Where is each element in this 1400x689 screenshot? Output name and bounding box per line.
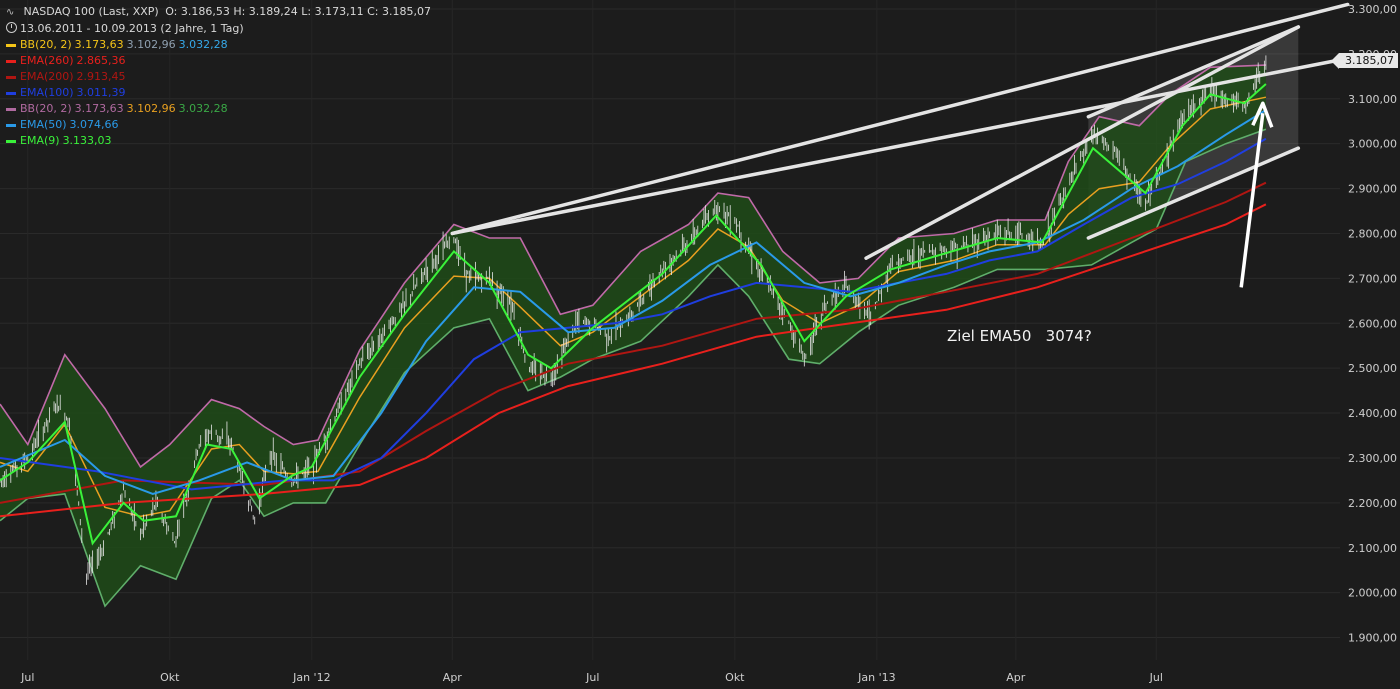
chart-title: NASDAQ 100 (Last, XXP)	[23, 5, 159, 18]
last-price-tag: 3.185,07	[1331, 52, 1398, 69]
legend-label: EMA(50)	[20, 118, 67, 131]
x-tick-label: Apr	[443, 671, 463, 684]
x-tick-label: Okt	[160, 671, 180, 684]
legend-swatch	[6, 59, 16, 63]
y-tick-label: 2.300,00	[1348, 452, 1397, 465]
legend-value: 3.074,66	[69, 118, 119, 131]
legend-row: EMA(50) 3.074,66	[6, 117, 434, 133]
legend-value: 3.032,28	[178, 102, 228, 115]
legend-swatch	[6, 75, 16, 79]
legend-label: EMA(260)	[20, 54, 74, 67]
legend-swatch	[6, 43, 16, 47]
legend-row: EMA(100) 3.011,39	[6, 85, 434, 101]
legend-swatch	[6, 123, 16, 127]
y-tick-label: 2.200,00	[1348, 497, 1397, 510]
x-tick-label: Apr	[1006, 671, 1026, 684]
annotation-text: Ziel EMA50 3074?	[947, 327, 1092, 345]
legend-value: 2.913,45	[76, 70, 126, 83]
y-tick-label: 3.100,00	[1348, 93, 1397, 106]
legend-row: EMA(260) 2.865,36	[6, 53, 434, 69]
x-tick-label: Okt	[725, 671, 745, 684]
chart-legend: ∿ NASDAQ 100 (Last, XXP) O: 3.186,53 H: …	[6, 4, 434, 149]
legend-swatch	[6, 91, 16, 95]
legend-value: 3.102,96	[126, 102, 176, 115]
legend-value: 3.011,39	[76, 86, 126, 99]
y-tick-label: 2.700,00	[1348, 272, 1397, 285]
legend-value: 3.032,28	[178, 38, 228, 51]
legend-label: BB(20, 2)	[20, 102, 72, 115]
y-tick-label: 3.000,00	[1348, 138, 1397, 151]
chart-type-icon: ∿	[6, 7, 15, 18]
legend-value: 3.173,63	[74, 102, 124, 115]
y-tick-label: 2.400,00	[1348, 407, 1397, 420]
chart-title-row: ∿ NASDAQ 100 (Last, XXP) O: 3.186,53 H: …	[6, 4, 434, 21]
ohlc-values: O: 3.186,53 H: 3.189,24 L: 3.173,11 C: 3…	[165, 5, 431, 18]
y-tick-label: 2.100,00	[1348, 542, 1397, 555]
y-tick-label: 2.000,00	[1348, 587, 1397, 600]
legend-label: EMA(200)	[20, 70, 74, 83]
period-label: 13.06.2011 - 10.09.2013 (2 Jahre, 1 Tag)	[20, 22, 244, 35]
y-axis: 1.900,00 2.000,00 2.100,00 2.200,00 2.300,00…	[1348, 3, 1397, 645]
y-tick-label: 2.900,00	[1348, 183, 1397, 196]
legend-label: EMA(9)	[20, 134, 60, 147]
legend-row: EMA(9) 3.133,03	[6, 133, 434, 149]
indicator-legend: BB(20, 2) 3.173,63 3.102,96 3.032,28 EMA(260…	[6, 37, 434, 149]
legend-value: 3.102,96	[126, 38, 176, 51]
period-row: 13.06.2011 - 10.09.2013 (2 Jahre, 1 Tag)	[6, 21, 434, 37]
x-tick-label: Jul	[585, 671, 599, 684]
y-tick-label: 1.900,00	[1348, 632, 1397, 645]
legend-label: BB(20, 2)	[20, 38, 72, 51]
y-tick-label: 2.600,00	[1348, 317, 1397, 330]
legend-value: 2.865,36	[76, 54, 126, 67]
y-tick-label: 3.300,00	[1348, 3, 1397, 16]
clock-icon	[6, 22, 17, 33]
x-tick-label: Jul	[20, 671, 34, 684]
legend-swatch	[6, 107, 16, 111]
x-tick-label: Jan '13	[857, 671, 895, 684]
legend-row: EMA(200) 2.913,45	[6, 69, 434, 85]
legend-label: EMA(100)	[20, 86, 74, 99]
legend-value: 3.133,03	[62, 134, 112, 147]
y-tick-label: 2.500,00	[1348, 362, 1397, 375]
legend-value: 3.173,63	[74, 38, 124, 51]
legend-row: BB(20, 2) 3.173,63 3.102,96 3.032,28	[6, 37, 434, 53]
legend-row: BB(20, 2) 3.173,63 3.102,96 3.032,28	[6, 101, 434, 117]
x-tick-label: Jul	[1149, 671, 1163, 684]
x-axis: Jul Okt Jan '12 Apr Jul Okt Jan '13 Apr Jul	[20, 671, 1163, 684]
x-tick-label: Jan '12	[292, 671, 330, 684]
y-tick-label: 2.800,00	[1348, 227, 1397, 240]
legend-swatch	[6, 139, 16, 143]
